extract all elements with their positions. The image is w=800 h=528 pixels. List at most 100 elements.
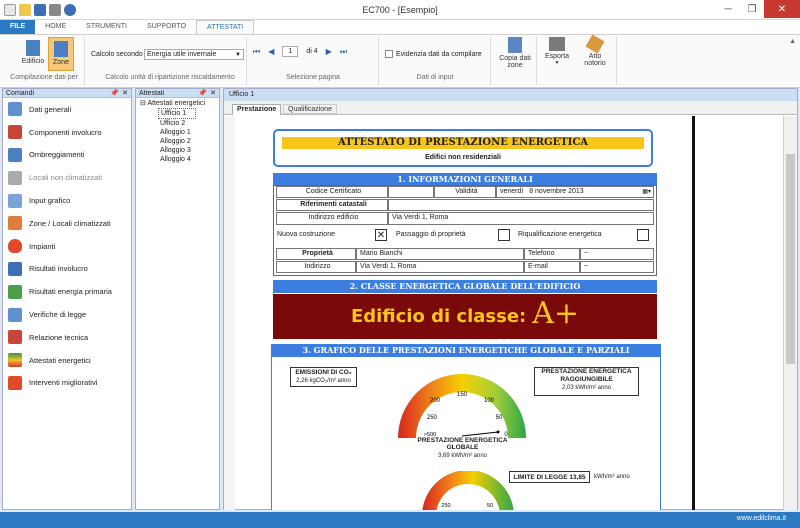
section-2-header: 2. CLASSE ENERGETICA GLOBALE DELL'EDIFIC… xyxy=(273,280,657,293)
tab-supporto[interactable]: SUPPORTO xyxy=(137,20,196,34)
copia-dati-button[interactable]: Copia dati zone xyxy=(496,37,534,69)
passaggio-checkbox[interactable] xyxy=(498,229,510,241)
vertical-scrollbar[interactable] xyxy=(783,116,797,510)
doc-subtitle: Edifici non residenziali xyxy=(425,154,501,161)
comandi-item-risultati-energia[interactable]: Risultati energia primaria xyxy=(3,280,131,303)
tree-item[interactable]: Alloggio 4 xyxy=(136,155,219,164)
house-icon xyxy=(8,170,22,185)
ribbon-separator xyxy=(536,37,537,85)
gauge-needle-tip xyxy=(496,430,500,434)
email-label: E-mail xyxy=(524,261,580,273)
tree-root-label: Attestati energetici xyxy=(147,100,206,107)
comandi-item-impianti[interactable]: Impianti xyxy=(3,235,131,258)
proprieta-input[interactable]: Mario Bianchi xyxy=(356,248,524,260)
prev-page-icon[interactable]: ◀ xyxy=(268,47,274,56)
tree-item[interactable]: Ufficio 1 xyxy=(158,108,196,119)
calcolo-select[interactable]: Energia utile invernale ▼ xyxy=(144,49,244,60)
prest-globale-title-2: GLOBALE xyxy=(446,444,479,451)
minimize-button[interactable]: ─ xyxy=(716,0,740,18)
gauge-tick: 200 xyxy=(430,398,441,404)
attestati-header: Attestati 📌 ✕ xyxy=(136,89,219,98)
tab-attestati[interactable]: ATTESTATI xyxy=(196,20,255,34)
energy-class-banner: Edificio di classe: A+ xyxy=(273,294,657,339)
calcolo-label: Calcolo secondo xyxy=(91,51,143,58)
last-page-icon[interactable]: ⏭ xyxy=(340,47,347,57)
tree-item[interactable]: Alloggio 3 xyxy=(136,146,219,155)
prest-raggiungibile-title-2: RAGGIUNGIBILE xyxy=(560,376,613,383)
indirizzo-input[interactable]: Via Verdi 1, Roma xyxy=(356,261,524,273)
scrollbar-thumb[interactable] xyxy=(786,154,795,364)
building-icon xyxy=(26,40,40,56)
next-page-icon[interactable]: ▶ xyxy=(326,47,332,56)
comandi-item-label: Ombreggiamenti xyxy=(29,150,85,160)
collapse-icon[interactable]: ⊟ xyxy=(140,100,146,107)
tab-file[interactable]: FILE xyxy=(0,20,36,34)
telefono-input[interactable]: ~ xyxy=(580,248,654,260)
attestati-panel: Attestati 📌 ✕ ⊟ Attestati energetici Uff… xyxy=(135,88,220,510)
gauge-arc-2 xyxy=(422,471,514,510)
document-tab[interactable]: Ufficio 1 xyxy=(224,89,797,101)
esporta-button[interactable]: Esporta ▼ xyxy=(540,37,574,66)
comandi-item-relazione[interactable]: Relazione tecnica xyxy=(3,326,131,349)
restore-button[interactable]: ❐ xyxy=(740,0,764,18)
codice-input[interactable] xyxy=(388,186,434,198)
comandi-item-zone[interactable]: Zone / Locali climatizzati xyxy=(3,212,131,235)
pin-icon[interactable]: 📌 xyxy=(110,89,119,98)
evidenzia-label: Evidenzia dati da compilare xyxy=(396,50,482,58)
tree-item[interactable]: Alloggio 1 xyxy=(136,128,219,137)
validita-input[interactable]: venerdì 8 novembre 2013 ▦▾ xyxy=(496,186,654,198)
comandi-item-label: Dati generali xyxy=(29,104,72,114)
tab-strumenti[interactable]: STRUMENTI xyxy=(76,20,137,34)
page-input[interactable]: 1 xyxy=(282,46,299,57)
edificio-button[interactable]: Edificio xyxy=(18,40,48,65)
document-icon xyxy=(8,102,22,117)
status-url[interactable]: www.edilclima.it xyxy=(737,515,786,522)
tab-home[interactable]: HOME xyxy=(35,20,76,34)
comandi-item-ombreggiamenti[interactable]: Ombreggiamenti xyxy=(3,144,131,167)
evidenzia-checkbox[interactable]: Evidenzia dati da compilare xyxy=(385,50,482,58)
esporta-chevron-icon: ▼ xyxy=(554,60,560,66)
riqualificazione-label: Riqualificazione energetica xyxy=(518,231,602,238)
indirizzo-edificio-input[interactable]: Via Verdi 1, Roma xyxy=(388,212,654,225)
email-input[interactable]: ~ xyxy=(580,261,654,273)
subtab-bar: Prestazione Qualificazione xyxy=(224,101,797,115)
riqualificazione-checkbox[interactable] xyxy=(637,229,649,241)
comandi-item-interventi[interactable]: Interventi migliorativi xyxy=(3,372,131,395)
calendar-icon[interactable]: ▦▾ xyxy=(642,187,651,197)
close-icon[interactable]: ✕ xyxy=(210,89,216,98)
tree-item[interactable]: Alloggio 2 xyxy=(136,137,219,146)
codice-label: Codice Certificato xyxy=(276,186,388,198)
flame-icon xyxy=(8,239,22,254)
comandi-item-input-grafico[interactable]: Input grafico xyxy=(3,189,131,212)
comandi-item-dati-generali[interactable]: Dati generali xyxy=(3,98,131,121)
gauge-arc xyxy=(398,374,526,438)
gauge-tick: 150 xyxy=(457,392,468,398)
close-button[interactable]: ✕ xyxy=(764,0,800,18)
subtab-qualificazione[interactable]: Qualificazione xyxy=(283,104,337,114)
zone-icon xyxy=(8,216,22,231)
close-icon[interactable]: ✕ xyxy=(122,89,128,98)
tree-item[interactable]: Ufficio 2 xyxy=(136,119,219,128)
status-bar: www.edilclima.it xyxy=(0,512,800,528)
tree-root[interactable]: ⊟ Attestati energetici xyxy=(136,99,219,108)
comandi-item-label: Input grafico xyxy=(29,196,71,206)
atto-notorio-button[interactable]: Atto notorio xyxy=(578,34,612,67)
subtab-prestazione[interactable]: Prestazione xyxy=(232,104,282,115)
checklist-icon xyxy=(8,307,22,322)
pin-icon[interactable]: 📌 xyxy=(198,89,207,98)
nuova-costruzione-checkbox[interactable]: ✕ xyxy=(375,229,387,241)
zone-button[interactable]: Zone xyxy=(48,37,74,71)
copia-label: Copia dati xyxy=(499,55,531,62)
comandi-item-verifiche[interactable]: Verifiche di legge xyxy=(3,303,131,326)
ribbon-tabs: FILE HOME STRUMENTI SUPPORTO ATTESTATI xyxy=(0,20,800,34)
collapse-ribbon-icon[interactable]: ▲ xyxy=(789,38,796,45)
comandi-item-attestati[interactable]: Attestati energetici xyxy=(3,349,131,372)
comandi-item-locali-non-climatizzati[interactable]: Locali non climatizzati xyxy=(3,166,131,189)
first-page-icon[interactable]: ⏮ xyxy=(253,47,260,57)
comandi-item-componenti[interactable]: Componenti involucro xyxy=(3,121,131,144)
comandi-item-risultati-involucro[interactable]: Risultati involucro xyxy=(3,258,131,281)
prest-globale: PRESTAZIONE ENERGETICA GLOBALE 3,69 kWh/… xyxy=(410,437,515,461)
calculator-green-icon xyxy=(8,284,22,299)
doc-title-box: ATTESTATO DI PRESTAZIONE ENERGETICA Edif… xyxy=(273,129,653,167)
riferimenti-input[interactable] xyxy=(388,199,654,211)
